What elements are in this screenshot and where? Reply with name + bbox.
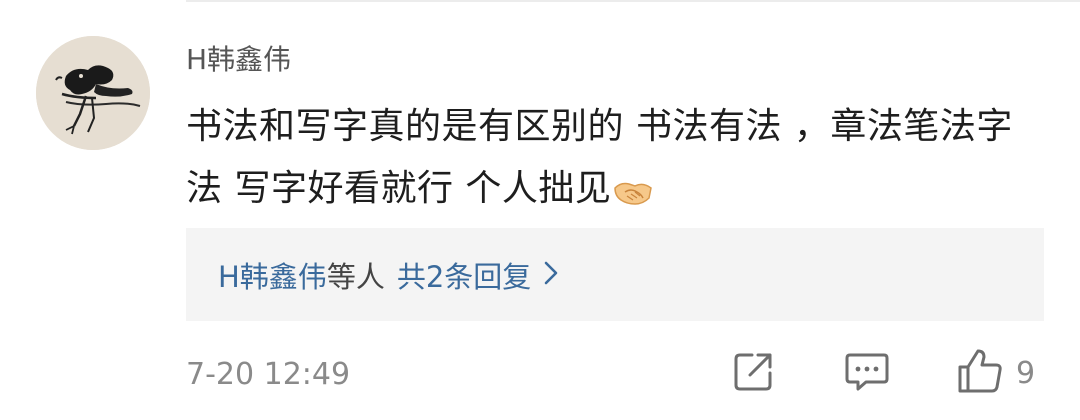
reply-names-suffix: 等人	[326, 259, 385, 294]
handshake-emoji-icon	[613, 166, 653, 228]
reply-count-label[interactable]: 共2条回复	[397, 254, 531, 296]
comment-username[interactable]: H韩鑫伟	[186, 40, 291, 80]
chevron-right-icon	[543, 260, 559, 290]
reply-button[interactable]	[844, 348, 890, 398]
comment-timestamp: 7-20 12:49	[186, 357, 351, 392]
avatar[interactable]	[36, 36, 150, 150]
thumbs-up-icon	[956, 347, 1004, 399]
replies-summary-button[interactable]: H韩鑫伟 等人 共2条回复	[186, 228, 1044, 321]
like-button[interactable]: 9	[956, 348, 1035, 398]
share-icon	[732, 349, 776, 397]
reply-names-link[interactable]: H韩鑫伟	[218, 254, 327, 296]
comment-text-line-2: 法 写字好看就行 个人拙见	[186, 158, 1046, 228]
share-button[interactable]	[732, 348, 776, 398]
comment-text-line-2-text: 法 写字好看就行 个人拙见	[186, 168, 612, 209]
comment-text-line-1: 书法和写字真的是有区别的 书法有法 ，章法笔法字	[186, 106, 1013, 147]
like-count: 9	[1016, 355, 1036, 391]
comment-text: 书法和写字真的是有区别的 书法有法 ，章法笔法字 法 写字好看就行 个人拙见	[186, 96, 1046, 228]
avatar-ink-bird-icon	[36, 36, 150, 150]
comment-icon	[844, 349, 890, 397]
comment-item: H韩鑫伟 书法和写字真的是有区别的 书法有法 ，章法笔法字 法 写字好看就行 个…	[0, 0, 1080, 420]
